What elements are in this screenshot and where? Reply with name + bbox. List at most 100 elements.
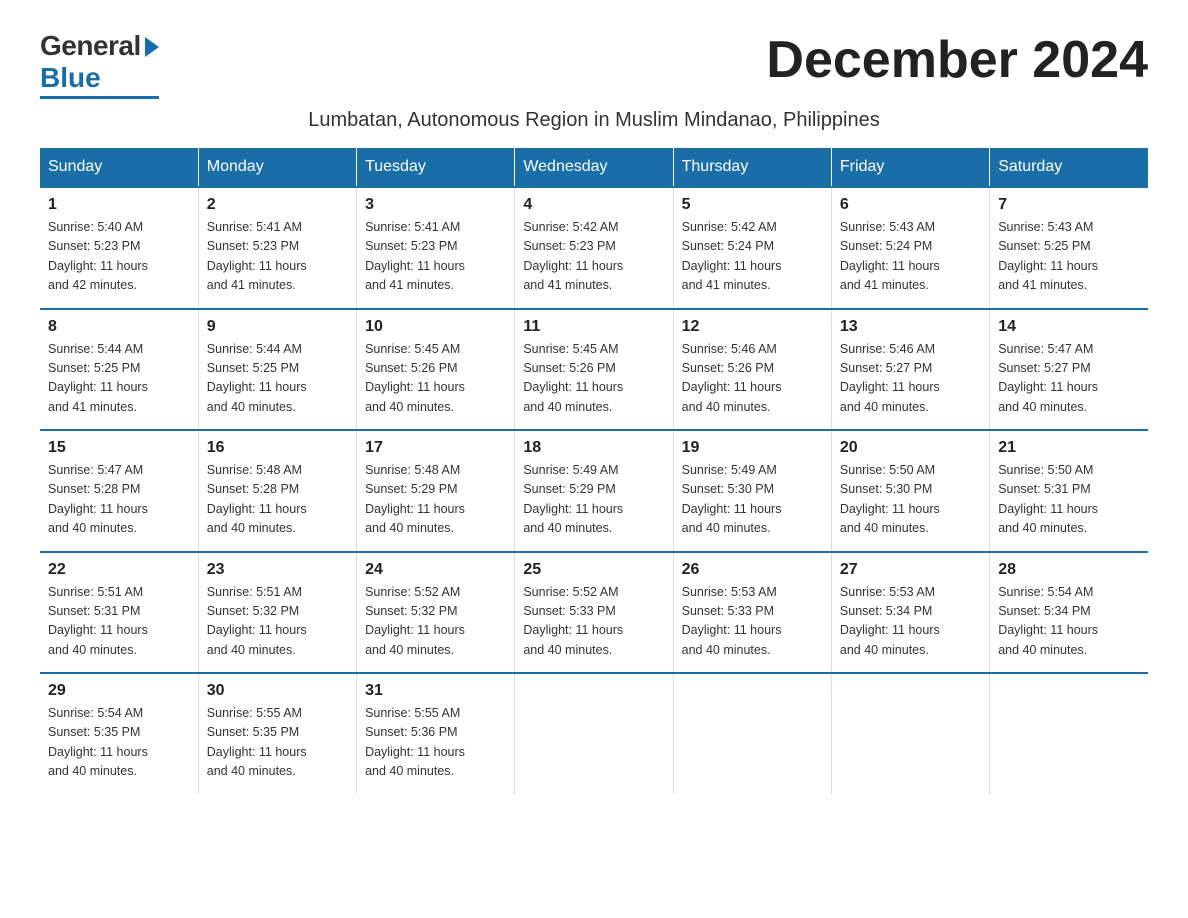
day-number: 24 [365,561,506,579]
calendar-week-1: 1Sunrise: 5:40 AMSunset: 5:23 PMDaylight… [40,187,1148,309]
calendar-cell: 20 Sunrise: 5:50 AMSunset: 5:30 PMDayligh… [831,430,989,552]
day-number: 7 [998,196,1140,214]
day-number: 17 [365,439,506,457]
day-info: Sunrise: 5:43 AMSunset: 5:25 PMDaylight:… [998,218,1140,296]
day-info: Sunrise: 5:53 AMSunset: 5:33 PMDaylight:… [682,583,823,661]
day-info: Sunrise: 5:55 AMSunset: 5:36 PMDaylight:… [365,704,506,782]
calendar-header-thursday: Thursday [673,148,831,187]
day-number: 9 [207,318,348,336]
calendar-week-5: 29 Sunrise: 5:54 AMSunset: 5:35 PMDayligh… [40,673,1148,794]
calendar-week-2: 8 Sunrise: 5:44 AMSunset: 5:25 PMDaylight… [40,309,1148,431]
calendar-cell: 23 Sunrise: 5:51 AMSunset: 5:32 PMDayligh… [198,552,356,674]
logo: General Blue [40,30,159,99]
calendar-cell: 18 Sunrise: 5:49 AMSunset: 5:29 PMDayligh… [515,430,673,552]
day-number: 2 [207,196,348,214]
calendar-cell: 6 Sunrise: 5:43 AMSunset: 5:24 PMDaylight… [831,187,989,309]
day-info: Sunrise: 5:44 AMSunset: 5:25 PMDaylight:… [207,340,348,418]
day-info: Sunrise: 5:53 AMSunset: 5:34 PMDaylight:… [840,583,981,661]
day-info: Sunrise: 5:54 AMSunset: 5:35 PMDaylight:… [48,704,190,782]
day-number: 4 [523,196,664,214]
calendar-header-sunday: Sunday [40,148,198,187]
calendar-header-friday: Friday [831,148,989,187]
calendar-cell: 11Sunrise: 5:45 AMSunset: 5:26 PMDayligh… [515,309,673,431]
subtitle: Lumbatan, Autonomous Region in Muslim Mi… [40,109,1148,132]
calendar-cell: 12 Sunrise: 5:46 AMSunset: 5:26 PMDayligh… [673,309,831,431]
calendar-cell: 28 Sunrise: 5:54 AMSunset: 5:34 PMDayligh… [990,552,1148,674]
calendar-table: SundayMondayTuesdayWednesdayThursdayFrid… [40,148,1148,794]
calendar-header-saturday: Saturday [990,148,1148,187]
day-number: 30 [207,682,348,700]
calendar-week-4: 22 Sunrise: 5:51 AMSunset: 5:31 PMDayligh… [40,552,1148,674]
day-number: 14 [998,318,1140,336]
day-info: Sunrise: 5:42 AMSunset: 5:23 PMDaylight:… [523,218,664,296]
calendar-cell: 15 Sunrise: 5:47 AMSunset: 5:28 PMDayligh… [40,430,198,552]
day-number: 23 [207,561,348,579]
calendar-header-wednesday: Wednesday [515,148,673,187]
calendar-cell [515,673,673,794]
day-info: Sunrise: 5:51 AMSunset: 5:31 PMDaylight:… [48,583,190,661]
day-number: 12 [682,318,823,336]
day-number: 20 [840,439,981,457]
day-number: 27 [840,561,981,579]
day-number: 29 [48,682,190,700]
calendar-cell: 31 Sunrise: 5:55 AMSunset: 5:36 PMDayligh… [357,673,515,794]
calendar-cell: 3Sunrise: 5:41 AMSunset: 5:23 PMDaylight… [357,187,515,309]
day-info: Sunrise: 5:50 AMSunset: 5:30 PMDaylight:… [840,461,981,539]
day-info: Sunrise: 5:45 AMSunset: 5:26 PMDaylight:… [365,340,506,418]
day-info: Sunrise: 5:49 AMSunset: 5:29 PMDaylight:… [523,461,664,539]
day-number: 10 [365,318,506,336]
day-number: 28 [998,561,1140,579]
calendar-cell: 2 Sunrise: 5:41 AMSunset: 5:23 PMDaylight… [198,187,356,309]
day-info: Sunrise: 5:46 AMSunset: 5:26 PMDaylight:… [682,340,823,418]
calendar-cell: 16 Sunrise: 5:48 AMSunset: 5:28 PMDayligh… [198,430,356,552]
calendar-cell: 27 Sunrise: 5:53 AMSunset: 5:34 PMDayligh… [831,552,989,674]
day-info: Sunrise: 5:40 AMSunset: 5:23 PMDaylight:… [48,218,190,296]
logo-underline [40,96,159,99]
day-info: Sunrise: 5:43 AMSunset: 5:24 PMDaylight:… [840,218,981,296]
calendar-cell: 1Sunrise: 5:40 AMSunset: 5:23 PMDaylight… [40,187,198,309]
day-number: 21 [998,439,1140,457]
day-info: Sunrise: 5:49 AMSunset: 5:30 PMDaylight:… [682,461,823,539]
day-number: 31 [365,682,506,700]
calendar-cell: 26 Sunrise: 5:53 AMSunset: 5:33 PMDayligh… [673,552,831,674]
day-info: Sunrise: 5:47 AMSunset: 5:28 PMDaylight:… [48,461,190,539]
calendar-cell: 8Sunrise: 5:44 AMSunset: 5:25 PMDaylight… [40,309,198,431]
calendar-header-tuesday: Tuesday [357,148,515,187]
day-info: Sunrise: 5:41 AMSunset: 5:23 PMDaylight:… [207,218,348,296]
calendar-cell: 4 Sunrise: 5:42 AMSunset: 5:23 PMDaylight… [515,187,673,309]
day-info: Sunrise: 5:47 AMSunset: 5:27 PMDaylight:… [998,340,1140,418]
day-number: 16 [207,439,348,457]
calendar-cell: 30 Sunrise: 5:55 AMSunset: 5:35 PMDayligh… [198,673,356,794]
day-number: 13 [840,318,981,336]
logo-arrow-icon [145,37,159,57]
calendar-cell: 24Sunrise: 5:52 AMSunset: 5:32 PMDayligh… [357,552,515,674]
day-info: Sunrise: 5:52 AMSunset: 5:33 PMDaylight:… [523,583,664,661]
month-title: December 2024 [766,30,1148,90]
logo-blue-text: Blue [40,62,101,94]
day-number: 26 [682,561,823,579]
calendar-cell: 19 Sunrise: 5:49 AMSunset: 5:30 PMDayligh… [673,430,831,552]
calendar-cell: 25Sunrise: 5:52 AMSunset: 5:33 PMDayligh… [515,552,673,674]
day-info: Sunrise: 5:55 AMSunset: 5:35 PMDaylight:… [207,704,348,782]
day-info: Sunrise: 5:50 AMSunset: 5:31 PMDaylight:… [998,461,1140,539]
day-number: 8 [48,318,190,336]
calendar-cell: 17 Sunrise: 5:48 AMSunset: 5:29 PMDayligh… [357,430,515,552]
day-info: Sunrise: 5:54 AMSunset: 5:34 PMDaylight:… [998,583,1140,661]
day-info: Sunrise: 5:51 AMSunset: 5:32 PMDaylight:… [207,583,348,661]
calendar-cell: 5Sunrise: 5:42 AMSunset: 5:24 PMDaylight… [673,187,831,309]
calendar-header-monday: Monday [198,148,356,187]
day-info: Sunrise: 5:48 AMSunset: 5:29 PMDaylight:… [365,461,506,539]
day-number: 19 [682,439,823,457]
calendar-cell [990,673,1148,794]
day-info: Sunrise: 5:41 AMSunset: 5:23 PMDaylight:… [365,218,506,296]
header: General Blue December 2024 [40,30,1148,99]
day-number: 18 [523,439,664,457]
calendar-cell: 9 Sunrise: 5:44 AMSunset: 5:25 PMDaylight… [198,309,356,431]
day-number: 22 [48,561,190,579]
calendar-header-row: SundayMondayTuesdayWednesdayThursdayFrid… [40,148,1148,187]
day-number: 6 [840,196,981,214]
day-info: Sunrise: 5:46 AMSunset: 5:27 PMDaylight:… [840,340,981,418]
day-number: 15 [48,439,190,457]
day-info: Sunrise: 5:48 AMSunset: 5:28 PMDaylight:… [207,461,348,539]
calendar-cell [831,673,989,794]
